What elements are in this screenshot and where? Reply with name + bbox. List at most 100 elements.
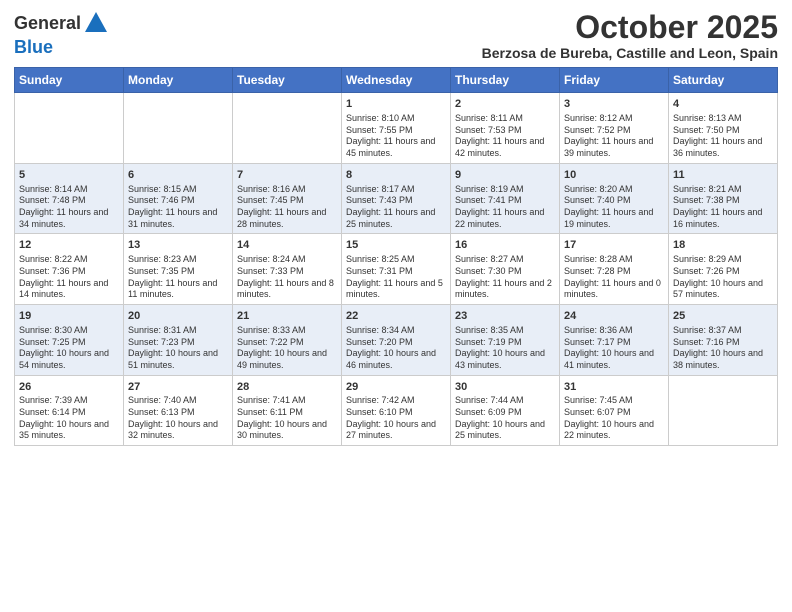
day-number: 21 [237,309,337,324]
calendar-cell: 17Sunrise: 8:28 AMSunset: 7:28 PMDayligh… [560,234,669,305]
day-number: 9 [455,168,555,183]
day-info: Sunrise: 8:29 AMSunset: 7:26 PMDaylight:… [673,254,773,301]
day-info: Sunrise: 8:22 AMSunset: 7:36 PMDaylight:… [19,254,119,301]
day-info: Sunrise: 8:23 AMSunset: 7:35 PMDaylight:… [128,254,228,301]
calendar-cell: 31Sunrise: 7:45 AMSunset: 6:07 PMDayligh… [560,375,669,446]
day-number: 26 [19,380,119,395]
day-number: 14 [237,238,337,253]
calendar-cell: 28Sunrise: 7:41 AMSunset: 6:11 PMDayligh… [233,375,342,446]
calendar-cell [15,93,124,164]
day-info: Sunrise: 7:39 AMSunset: 6:14 PMDaylight:… [19,395,119,442]
calendar-cell: 23Sunrise: 8:35 AMSunset: 7:19 PMDayligh… [451,304,560,375]
day-number: 17 [564,238,664,253]
week-row-4: 19Sunrise: 8:30 AMSunset: 7:25 PMDayligh… [15,304,778,375]
day-number: 23 [455,309,555,324]
day-info: Sunrise: 8:20 AMSunset: 7:40 PMDaylight:… [564,184,664,231]
header: General Blue October 2025 Berzosa de Bur… [14,10,778,61]
day-number: 28 [237,380,337,395]
calendar-cell: 24Sunrise: 8:36 AMSunset: 7:17 PMDayligh… [560,304,669,375]
weekday-header-friday: Friday [560,68,669,93]
calendar-cell [233,93,342,164]
weekday-header-tuesday: Tuesday [233,68,342,93]
day-info: Sunrise: 8:30 AMSunset: 7:25 PMDaylight:… [19,325,119,372]
calendar-cell: 1Sunrise: 8:10 AMSunset: 7:55 PMDaylight… [342,93,451,164]
calendar-cell: 9Sunrise: 8:19 AMSunset: 7:41 PMDaylight… [451,163,560,234]
calendar-cell: 27Sunrise: 7:40 AMSunset: 6:13 PMDayligh… [124,375,233,446]
month-title: October 2025 [482,10,778,45]
day-number: 27 [128,380,228,395]
day-info: Sunrise: 8:16 AMSunset: 7:45 PMDaylight:… [237,184,337,231]
day-number: 22 [346,309,446,324]
day-number: 12 [19,238,119,253]
calendar-table: SundayMondayTuesdayWednesdayThursdayFrid… [14,67,778,446]
calendar-cell: 11Sunrise: 8:21 AMSunset: 7:38 PMDayligh… [669,163,778,234]
weekday-header-row: SundayMondayTuesdayWednesdayThursdayFrid… [15,68,778,93]
day-number: 25 [673,309,773,324]
day-info: Sunrise: 8:17 AMSunset: 7:43 PMDaylight:… [346,184,446,231]
calendar-cell: 7Sunrise: 8:16 AMSunset: 7:45 PMDaylight… [233,163,342,234]
calendar-cell: 18Sunrise: 8:29 AMSunset: 7:26 PMDayligh… [669,234,778,305]
day-number: 4 [673,97,773,112]
logo: General Blue [14,10,107,58]
logo-triangle-icon [83,10,107,37]
calendar-cell: 13Sunrise: 8:23 AMSunset: 7:35 PMDayligh… [124,234,233,305]
calendar-cell: 2Sunrise: 8:11 AMSunset: 7:53 PMDaylight… [451,93,560,164]
weekday-header-saturday: Saturday [669,68,778,93]
day-number: 5 [19,168,119,183]
calendar-cell: 5Sunrise: 8:14 AMSunset: 7:48 PMDaylight… [15,163,124,234]
day-number: 1 [346,97,446,112]
day-info: Sunrise: 8:36 AMSunset: 7:17 PMDaylight:… [564,325,664,372]
day-info: Sunrise: 8:31 AMSunset: 7:23 PMDaylight:… [128,325,228,372]
calendar-cell [124,93,233,164]
day-number: 3 [564,97,664,112]
day-number: 10 [564,168,664,183]
day-number: 30 [455,380,555,395]
calendar-cell: 4Sunrise: 8:13 AMSunset: 7:50 PMDaylight… [669,93,778,164]
logo-general: General [14,13,81,34]
calendar-cell: 22Sunrise: 8:34 AMSunset: 7:20 PMDayligh… [342,304,451,375]
calendar-cell: 25Sunrise: 8:37 AMSunset: 7:16 PMDayligh… [669,304,778,375]
calendar-cell: 30Sunrise: 7:44 AMSunset: 6:09 PMDayligh… [451,375,560,446]
location-title: Berzosa de Bureba, Castille and Leon, Sp… [482,45,778,61]
calendar-cell: 19Sunrise: 8:30 AMSunset: 7:25 PMDayligh… [15,304,124,375]
week-row-3: 12Sunrise: 8:22 AMSunset: 7:36 PMDayligh… [15,234,778,305]
weekday-header-wednesday: Wednesday [342,68,451,93]
calendar-cell: 14Sunrise: 8:24 AMSunset: 7:33 PMDayligh… [233,234,342,305]
calendar-cell: 12Sunrise: 8:22 AMSunset: 7:36 PMDayligh… [15,234,124,305]
weekday-header-sunday: Sunday [15,68,124,93]
calendar-cell: 21Sunrise: 8:33 AMSunset: 7:22 PMDayligh… [233,304,342,375]
day-number: 2 [455,97,555,112]
weekday-header-monday: Monday [124,68,233,93]
day-info: Sunrise: 8:21 AMSunset: 7:38 PMDaylight:… [673,184,773,231]
week-row-1: 1Sunrise: 8:10 AMSunset: 7:55 PMDaylight… [15,93,778,164]
week-row-5: 26Sunrise: 7:39 AMSunset: 6:14 PMDayligh… [15,375,778,446]
day-number: 7 [237,168,337,183]
day-info: Sunrise: 7:41 AMSunset: 6:11 PMDaylight:… [237,395,337,442]
calendar-cell: 8Sunrise: 8:17 AMSunset: 7:43 PMDaylight… [342,163,451,234]
day-info: Sunrise: 8:15 AMSunset: 7:46 PMDaylight:… [128,184,228,231]
calendar-cell: 20Sunrise: 8:31 AMSunset: 7:23 PMDayligh… [124,304,233,375]
day-number: 8 [346,168,446,183]
day-info: Sunrise: 8:37 AMSunset: 7:16 PMDaylight:… [673,325,773,372]
day-number: 16 [455,238,555,253]
day-number: 6 [128,168,228,183]
title-block: October 2025 Berzosa de Bureba, Castille… [482,10,778,61]
calendar-cell: 16Sunrise: 8:27 AMSunset: 7:30 PMDayligh… [451,234,560,305]
day-info: Sunrise: 8:19 AMSunset: 7:41 PMDaylight:… [455,184,555,231]
day-info: Sunrise: 7:40 AMSunset: 6:13 PMDaylight:… [128,395,228,442]
day-number: 20 [128,309,228,324]
day-number: 24 [564,309,664,324]
calendar-cell: 10Sunrise: 8:20 AMSunset: 7:40 PMDayligh… [560,163,669,234]
day-info: Sunrise: 8:10 AMSunset: 7:55 PMDaylight:… [346,113,446,160]
day-info: Sunrise: 7:42 AMSunset: 6:10 PMDaylight:… [346,395,446,442]
page: General Blue October 2025 Berzosa de Bur… [0,0,792,612]
day-info: Sunrise: 7:44 AMSunset: 6:09 PMDaylight:… [455,395,555,442]
week-row-2: 5Sunrise: 8:14 AMSunset: 7:48 PMDaylight… [15,163,778,234]
day-info: Sunrise: 8:27 AMSunset: 7:30 PMDaylight:… [455,254,555,301]
day-info: Sunrise: 8:12 AMSunset: 7:52 PMDaylight:… [564,113,664,160]
calendar-cell: 26Sunrise: 7:39 AMSunset: 6:14 PMDayligh… [15,375,124,446]
day-info: Sunrise: 8:14 AMSunset: 7:48 PMDaylight:… [19,184,119,231]
calendar-cell: 3Sunrise: 8:12 AMSunset: 7:52 PMDaylight… [560,93,669,164]
day-info: Sunrise: 8:28 AMSunset: 7:28 PMDaylight:… [564,254,664,301]
calendar-cell: 15Sunrise: 8:25 AMSunset: 7:31 PMDayligh… [342,234,451,305]
